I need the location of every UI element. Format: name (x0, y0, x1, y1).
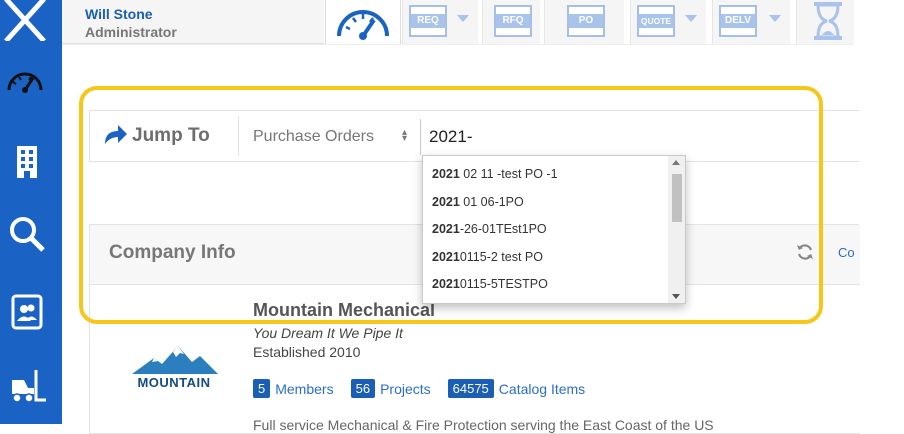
company-name: Mountain Mechanical (253, 300, 436, 320)
company-link[interactable]: Co (838, 245, 855, 260)
company-tagline: You Dream It We Pipe It (253, 325, 403, 341)
document-icon: REQ (409, 5, 447, 37)
autocomplete-dropdown: 2021 02 11 -test PO -1 2021 01 06-1PO 20… (422, 155, 686, 304)
forklift-icon[interactable] (5, 364, 49, 408)
dashboard-gauge-icon (337, 10, 389, 40)
top-bar: Will Stone Administrator REQ RFQ PO QUOT… (62, 0, 904, 44)
logo-text: MOUNTAIN (137, 375, 211, 390)
jump-search-input[interactable] (420, 119, 860, 155)
sidebar (0, 0, 62, 424)
refresh-icon[interactable] (796, 243, 814, 261)
stat-label: Projects (380, 380, 431, 397)
stat-label: Catalog Items (498, 380, 586, 397)
user-role: Administrator (85, 24, 177, 40)
share-arrow-icon (105, 125, 127, 144)
tab-quote[interactable]: QUOTE (630, 0, 706, 44)
stat-label: Members (275, 380, 334, 397)
document-icon: PO (567, 5, 605, 37)
contacts-icon[interactable] (5, 290, 49, 334)
autocomplete-option[interactable]: 2021 01 06-1PO (423, 189, 685, 217)
autocomplete-option[interactable]: 2021-26-01TEst1PO (423, 216, 685, 244)
chevron-down-icon[interactable] (769, 15, 781, 22)
user-block[interactable]: Will Stone Administrator (62, 0, 324, 44)
jump-type-select[interactable]: Purchase Orders (253, 128, 374, 146)
count-badge: 5 (253, 379, 271, 398)
count-badge: 64575 (447, 379, 494, 398)
document-icon: DELV (719, 5, 757, 37)
select-arrows-icon[interactable]: ▴ ▾ (402, 128, 407, 144)
search-icon[interactable] (5, 212, 49, 256)
jump-to-title: Jump To (132, 125, 210, 146)
tab-rfq[interactable]: RFQ (482, 0, 540, 44)
catalog-items-link[interactable]: 64575 Catalog Items (447, 379, 586, 398)
document-icon: RFQ (494, 5, 532, 37)
company-established: Established 2010 (253, 344, 361, 360)
autocomplete-option[interactable]: 2021 02 11 -test PO -1 (423, 161, 685, 189)
scroll-down-icon[interactable] (672, 294, 680, 299)
chevron-down-icon[interactable] (457, 15, 469, 22)
scroll-thumb[interactable] (672, 174, 682, 222)
scroll-up-icon[interactable] (672, 160, 680, 165)
dropdown-scrollbar[interactable] (668, 156, 685, 303)
card-title: Company Info (109, 242, 236, 263)
company-description: Full service Mechanical & Fire Protectio… (253, 417, 714, 433)
projects-link[interactable]: 56 Projects (350, 379, 431, 398)
autocomplete-option[interactable]: 20210115-2 test PO (423, 244, 685, 272)
document-icon: QUOTE (637, 5, 675, 37)
divider (62, 44, 854, 45)
chevron-down-icon[interactable] (685, 15, 697, 22)
members-link[interactable]: 5 Members (253, 379, 334, 398)
autocomplete-option[interactable]: 20210115-5TESTPO (423, 271, 685, 299)
count-badge: 56 (350, 379, 376, 398)
tab-pending[interactable] (796, 0, 854, 44)
tab-dashboard[interactable] (325, 0, 401, 44)
hourglass-icon (814, 2, 842, 40)
close-icon[interactable] (0, 0, 50, 41)
tab-delv[interactable]: DELV (712, 0, 790, 44)
company-stats: 5 Members 56 Projects 64575 Catalog Item… (253, 379, 602, 398)
dashboard-gauge-icon[interactable] (3, 60, 47, 104)
tab-req[interactable]: REQ (402, 0, 478, 44)
building-icon[interactable] (5, 140, 49, 184)
user-name: Will Stone (85, 6, 153, 22)
tab-po[interactable]: PO (544, 0, 624, 44)
divider (238, 116, 239, 156)
company-logo: MOUNTAIN (124, 340, 224, 396)
